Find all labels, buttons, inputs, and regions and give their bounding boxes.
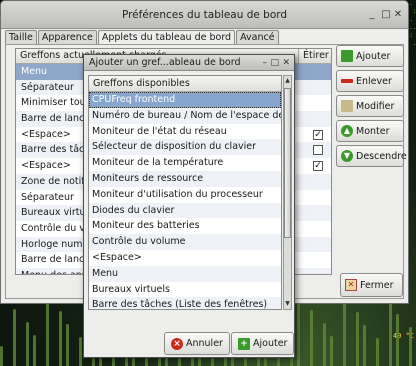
- column-header-stretch[interactable]: Étirer: [299, 49, 329, 63]
- close-button-label: Fermer: [360, 279, 394, 291]
- plugin-list-item[interactable]: Menu: [89, 265, 281, 282]
- grass-blade: [376, 338, 379, 366]
- plugin-list-item[interactable]: Numéro de bureau / Nom de l'espace de tr…: [89, 107, 281, 124]
- close-icon[interactable]: ✕: [282, 55, 290, 71]
- plugin-list-item[interactable]: Moniteur de l'état du réseau: [89, 124, 281, 140]
- close-icon[interactable]: ✕: [392, 9, 404, 21]
- side-button-column: Ajouter Enlever Modifier ▲ Monter ▼ Desc…: [336, 45, 407, 170]
- grass-blade: [363, 325, 366, 366]
- plugin-list-item[interactable]: Barre des tâches (Liste des fenêtres): [89, 297, 281, 309]
- plugin-list-item[interactable]: Moniteur d'utilisation du processeur: [89, 187, 281, 203]
- scrollbar-thumb[interactable]: [284, 88, 291, 238]
- grass-blade: [343, 299, 346, 366]
- cancel-button-label: Annuler: [186, 338, 223, 349]
- grass-blade: [297, 297, 300, 366]
- maximize-icon[interactable]: □: [270, 55, 279, 71]
- minimize-icon[interactable]: –: [263, 55, 268, 71]
- applet-row-label: Zone de notific: [21, 175, 93, 187]
- plugin-list-item[interactable]: Sélecteur de disposition du clavier: [89, 139, 281, 156]
- add-button[interactable]: Ajouter: [336, 45, 404, 67]
- stretch-checkbox[interactable]: ✓: [313, 129, 323, 140]
- move-down-button[interactable]: ▼ Descendre: [336, 145, 407, 167]
- window-titlebar[interactable]: Préférences du tableau de bord _ □ ✕: [1, 1, 408, 29]
- tab-avance[interactable]: Avancé: [236, 30, 279, 44]
- plugin-list-item[interactable]: Moniteur des batteries: [89, 218, 281, 234]
- dialog-titlebar[interactable]: Ajouter un gref...ableau de bord – □ ✕: [84, 55, 294, 71]
- close-window-icon: ✕: [345, 279, 357, 291]
- edit-icon: [341, 100, 353, 112]
- move-up-button[interactable]: ▲ Monter: [336, 120, 404, 142]
- plugin-list-item[interactable]: Bureaux virtuels: [89, 282, 281, 298]
- move-down-button-label: Descendre: [356, 150, 407, 162]
- stretch-checkbox[interactable]: [313, 145, 323, 156]
- applet-row-label: <Espace>: [21, 160, 71, 172]
- plugin-list-item[interactable]: Moniteur de la température: [89, 155, 281, 171]
- grass-blade: [396, 314, 399, 366]
- grass-blade: [79, 337, 82, 366]
- window-title: Préférences du tableau de bord: [121, 9, 288, 21]
- minimize-icon[interactable]: _: [366, 9, 378, 21]
- confirm-add-button-label: Ajouter: [253, 338, 288, 349]
- stretch-checkbox[interactable]: ✓: [313, 161, 323, 172]
- confirm-add-button[interactable]: + Ajouter: [231, 332, 295, 355]
- grass-blade: [33, 335, 36, 366]
- plus-icon: +: [238, 337, 250, 350]
- remove-button[interactable]: Enlever: [336, 70, 404, 92]
- grass-blade: [59, 311, 62, 366]
- plugin-list-item[interactable]: Diodes du clavier: [89, 202, 281, 219]
- grass-blade: [330, 336, 333, 366]
- grass-blade: [13, 309, 16, 366]
- edit-button[interactable]: Modifier: [336, 95, 404, 117]
- edit-button-label: Modifier: [356, 100, 395, 112]
- plugin-list-item[interactable]: Contrôle du volume: [89, 234, 281, 250]
- tab-apparence[interactable]: Apparence: [37, 30, 97, 44]
- grass-blade: [0, 346, 3, 366]
- scroll-down-icon[interactable]: ▼: [284, 299, 291, 309]
- tab-bar: Taille Apparence Applets du tableau de b…: [5, 30, 280, 45]
- applet-row-label: <Espace>: [21, 128, 71, 140]
- dialog-title: Ajouter un gref...ableau de bord: [89, 57, 241, 68]
- available-plugins-header[interactable]: Greffons disponibles: [89, 76, 281, 92]
- grass-blade: [323, 323, 326, 366]
- add-button-label: Ajouter: [356, 50, 391, 62]
- plugin-list-item[interactable]: Moniteurs de ressource: [89, 170, 281, 187]
- grass-blade: [409, 327, 412, 366]
- close-button[interactable]: ✕ Fermer: [340, 273, 403, 297]
- cancel-button[interactable]: × Annuler: [164, 332, 230, 355]
- plugin-list-item[interactable]: <Espace>: [89, 250, 281, 266]
- list-scrollbar[interactable]: ▲ ▼: [283, 75, 292, 310]
- tab-taille[interactable]: Taille: [5, 30, 37, 44]
- grass-blade: [26, 322, 29, 366]
- grass-blade: [66, 324, 69, 366]
- move-up-button-label: Monter: [356, 125, 390, 137]
- add-plugin-dialog: Ajouter un gref...ableau de bord – □ ✕ G…: [83, 54, 295, 358]
- minus-icon: [341, 79, 353, 83]
- arrow-up-icon: ▲: [341, 125, 353, 137]
- grass-blade: [389, 301, 392, 366]
- maximize-icon[interactable]: □: [380, 9, 392, 21]
- remove-button-label: Enlever: [356, 75, 392, 87]
- cancel-icon: ×: [171, 337, 183, 350]
- applet-row-label: Séparateur: [21, 191, 74, 203]
- arrow-down-icon: ▼: [341, 150, 353, 162]
- grass-blade: [46, 298, 49, 366]
- applet-row-label: Menu: [21, 66, 48, 77]
- grass-blade: [310, 310, 313, 366]
- plugin-list-item[interactable]: CPUFreq frontend: [89, 92, 281, 108]
- grass-blade: [356, 312, 359, 366]
- available-plugins-list[interactable]: Greffons disponibles CPUFreq frontend Num…: [88, 75, 282, 310]
- scroll-up-icon[interactable]: ▲: [284, 76, 291, 86]
- plus-icon: [341, 50, 353, 62]
- applet-row-label: Séparateur: [21, 81, 74, 93]
- tab-applets[interactable]: Applets du tableau de bord: [97, 30, 236, 45]
